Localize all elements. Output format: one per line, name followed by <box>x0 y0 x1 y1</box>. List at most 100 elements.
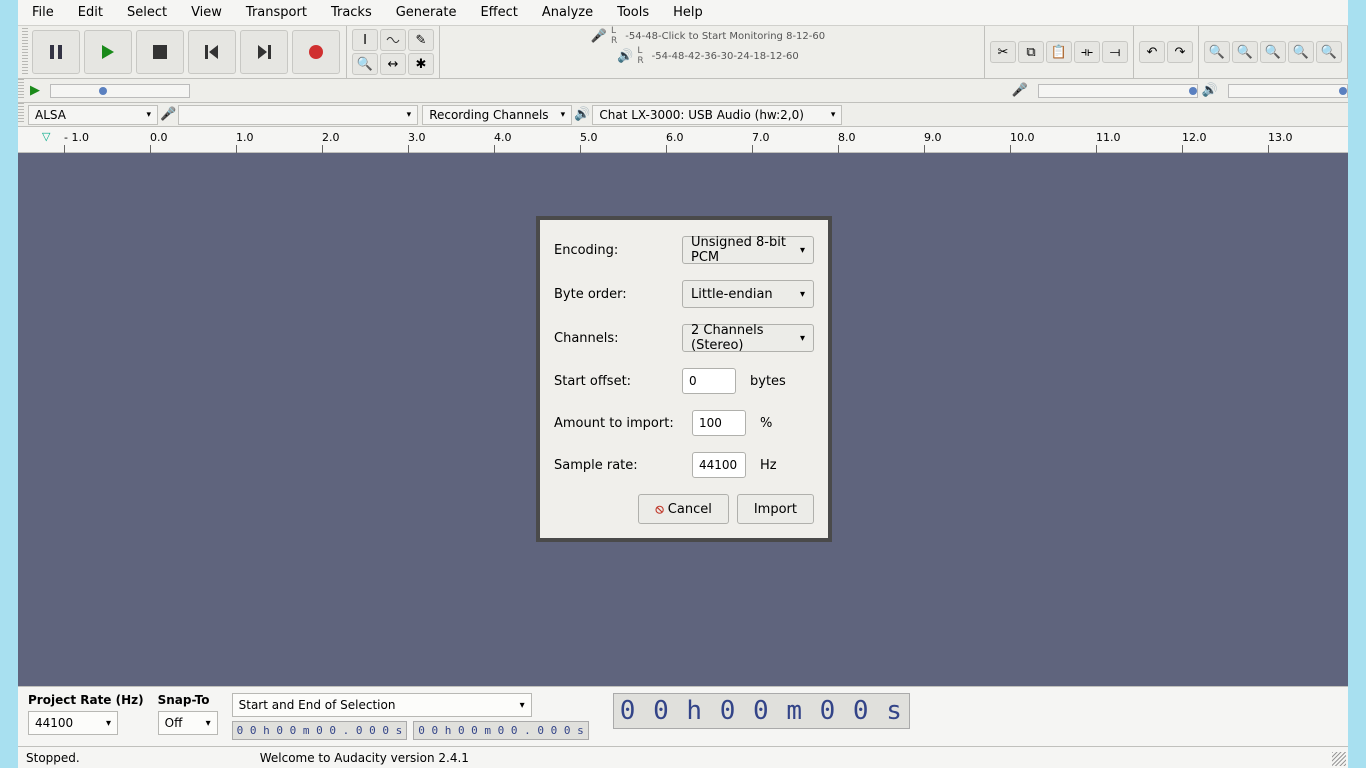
zoom-tool-icon[interactable]: 🔍 <box>352 53 378 75</box>
start-offset-input[interactable] <box>682 368 736 394</box>
snap-to-dropdown[interactable]: Off <box>158 711 218 735</box>
import-button[interactable]: Import <box>737 494 814 524</box>
status-welcome: Welcome to Audacity version 2.4.1 <box>260 751 469 765</box>
zoom-toggle-icon[interactable]: 🔍 <box>1316 41 1342 63</box>
offset-unit: bytes <box>750 374 786 389</box>
project-rate-label: Project Rate (Hz) <box>28 693 144 707</box>
rate-unit: Hz <box>760 458 777 473</box>
toolbar-grip[interactable] <box>18 103 24 123</box>
timeline-tick: 7.0 <box>752 131 770 144</box>
pause-button[interactable] <box>32 30 80 74</box>
meter-tick: -6 <box>782 51 792 62</box>
timeline-tick: 1.0 <box>236 131 254 144</box>
timeline-ruler[interactable]: ▽ - 1.0 0.0 1.0 2.0 3.0 4.0 5.0 6.0 7.0 … <box>18 127 1348 153</box>
timeline-tick: 6.0 <box>666 131 684 144</box>
zoom-fit-icon[interactable]: 🔍 <box>1288 41 1314 63</box>
byteorder-label: Byte order: <box>554 287 674 302</box>
menu-generate[interactable]: Generate <box>386 1 467 24</box>
zoom-out-icon[interactable]: 🔍 <box>1232 41 1258 63</box>
timeshift-tool-icon[interactable]: ↔ <box>380 53 406 75</box>
skip-end-button[interactable] <box>240 30 288 74</box>
menu-tracks[interactable]: Tracks <box>321 1 382 24</box>
stop-button[interactable] <box>136 30 184 74</box>
meter-tick: -30 <box>717 51 733 62</box>
menu-effect[interactable]: Effect <box>470 1 527 24</box>
timeline-tick: 10.0 <box>1010 131 1035 144</box>
copy-icon[interactable]: ⧉ <box>1018 41 1044 63</box>
menu-edit[interactable]: Edit <box>68 1 113 24</box>
speaker-icon: 🔊 <box>574 107 590 122</box>
sample-rate-input[interactable] <box>692 452 746 478</box>
recording-meter[interactable]: -54 -48 - Click to Start Monitoring 8 -1… <box>617 31 833 42</box>
encoding-label: Encoding: <box>554 243 674 258</box>
play-at-speed-icon[interactable]: ▶ <box>30 83 40 98</box>
draw-tool-icon[interactable]: ✎ <box>408 29 434 51</box>
cancel-button[interactable]: ⦸Cancel <box>638 494 729 524</box>
recording-channels-dropdown[interactable]: Recording Channels▾ <box>422 105 572 125</box>
resize-grip[interactable] <box>1332 752 1346 766</box>
meter-tick: -18 <box>750 51 766 62</box>
toolbar-grip[interactable] <box>22 28 28 76</box>
status-state: Stopped. <box>26 751 80 765</box>
envelope-tool-icon[interactable] <box>380 29 406 51</box>
speaker-icon: 🔊 <box>617 49 633 64</box>
playback-volume-slider[interactable] <box>1228 84 1348 98</box>
mic-icon: 🎤 <box>1012 83 1028 98</box>
playhead-icon[interactable]: ▽ <box>42 130 50 143</box>
selection-end-timecode[interactable]: 0 0 h 0 0 m 0 0 . 0 0 0 s <box>413 721 589 740</box>
timeline-tick: 3.0 <box>408 131 426 144</box>
selection-start-timecode[interactable]: 0 0 h 0 0 m 0 0 . 0 0 0 s <box>232 721 408 740</box>
encoding-dropdown[interactable]: Unsigned 8-bit PCM <box>682 236 814 264</box>
amount-input[interactable] <box>692 410 746 436</box>
channels-label: Channels: <box>554 331 674 346</box>
playback-speed-slider[interactable] <box>50 84 190 98</box>
channels-dropdown[interactable]: 2 Channels (Stereo) <box>682 324 814 352</box>
recording-volume-slider[interactable] <box>1038 84 1198 98</box>
selection-mode-dropdown[interactable]: Start and End of Selection <box>232 693 532 717</box>
device-toolbar: ALSA▾ 🎤 ▾ Recording Channels▾ 🔊 Chat LX-… <box>18 103 1348 127</box>
selection-tool-icon[interactable]: I <box>352 29 378 51</box>
trim-icon[interactable]: ⟛ <box>1074 41 1100 63</box>
menu-transport[interactable]: Transport <box>236 1 317 24</box>
menu-select[interactable]: Select <box>117 1 177 24</box>
audio-host-dropdown[interactable]: ALSA▾ <box>28 105 158 125</box>
toolbar-secondary: ▶ 🎤 🔊 <box>18 79 1348 103</box>
cancel-icon: ⦸ <box>655 502 663 517</box>
menu-analyze[interactable]: Analyze <box>532 1 603 24</box>
redo-icon[interactable]: ↷ <box>1167 41 1193 63</box>
multi-tool-icon[interactable]: ✱ <box>408 53 434 75</box>
project-rate-dropdown[interactable]: 44100 <box>28 711 118 735</box>
zoom-sel-icon[interactable]: 🔍 <box>1260 41 1286 63</box>
record-button[interactable] <box>292 30 340 74</box>
amount-unit: % <box>760 416 772 431</box>
play-button[interactable] <box>84 30 132 74</box>
audio-position-timecode[interactable]: 0 0 h 0 0 m 0 0 s <box>613 693 910 729</box>
paste-icon[interactable]: 📋 <box>1046 41 1072 63</box>
zoom-in-icon[interactable]: 🔍 <box>1204 41 1230 63</box>
toolbar-grip[interactable] <box>18 79 24 99</box>
start-offset-label: Start offset: <box>554 374 674 389</box>
meter-tick: -12 <box>766 51 782 62</box>
timeline-tick: 5.0 <box>580 131 598 144</box>
menu-help[interactable]: Help <box>663 1 713 24</box>
menu-view[interactable]: View <box>181 1 232 24</box>
skip-start-button[interactable] <box>188 30 236 74</box>
menu-tools[interactable]: Tools <box>607 1 659 24</box>
timeline-tick: - 1.0 <box>64 131 89 144</box>
selection-toolbar: Project Rate (Hz) 44100 Snap-To Off Star… <box>18 686 1348 746</box>
undo-icon[interactable]: ↶ <box>1139 41 1165 63</box>
mic-icon: 🎤 <box>591 29 607 44</box>
playback-device-dropdown[interactable]: Chat LX-3000: USB Audio (hw:2,0)▾ <box>592 105 842 125</box>
byteorder-dropdown[interactable]: Little-endian <box>682 280 814 308</box>
meter-tick: -6 <box>809 31 819 42</box>
timeline-tick: 4.0 <box>494 131 512 144</box>
timeline-tick: 2.0 <box>322 131 340 144</box>
playback-meter[interactable]: -54 -48 -42 -36 -30 -24 -18 -12 -6 0 <box>644 51 807 62</box>
meter-tick: -36 <box>701 51 717 62</box>
timeline-tick: 13.0 <box>1268 131 1293 144</box>
cut-icon[interactable]: ✂ <box>990 41 1016 63</box>
timeline-tick: 0.0 <box>150 131 168 144</box>
silence-icon[interactable]: ⟞ <box>1102 41 1128 63</box>
menu-file[interactable]: File <box>22 1 64 24</box>
recording-device-dropdown[interactable]: ▾ <box>178 105 418 125</box>
